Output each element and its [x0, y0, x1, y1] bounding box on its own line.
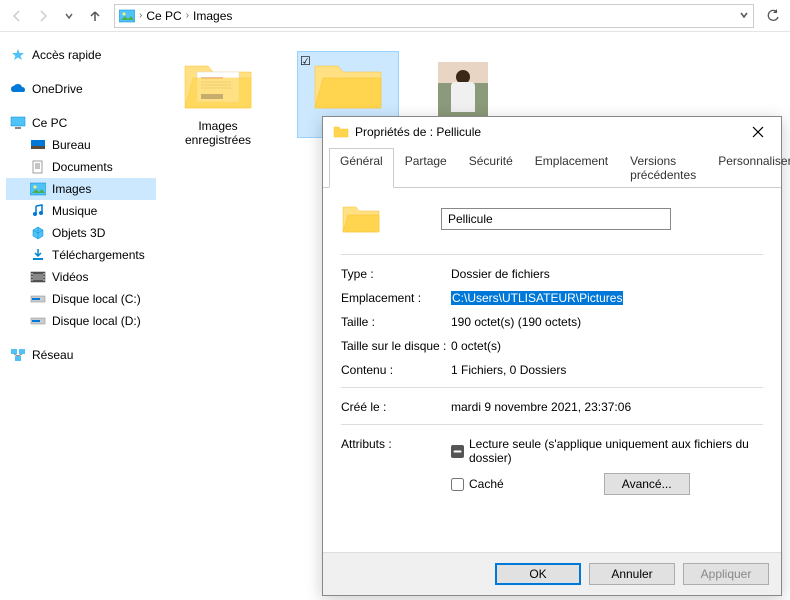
tree-disk-c[interactable]: Disque local (C:)	[6, 288, 156, 310]
navigation-tree: Accès rapide OneDrive Ce PC Bureau	[0, 32, 160, 600]
tree-videos[interactable]: Vidéos	[6, 266, 156, 288]
value-location[interactable]: C:\Users\UTLISATEUR\Pictures	[451, 291, 623, 305]
tree-label: Musique	[52, 204, 97, 218]
tree-label: Accès rapide	[32, 48, 101, 62]
label-created: Créé le :	[341, 400, 451, 414]
tree-music[interactable]: Musique	[6, 200, 156, 222]
drive-icon	[30, 291, 46, 307]
tree-label: Ce PC	[32, 116, 67, 130]
documents-icon	[30, 159, 46, 175]
tree-this-pc[interactable]: Ce PC	[6, 112, 156, 134]
desktop-icon	[30, 137, 46, 153]
chevron-right-icon[interactable]: ›	[139, 10, 142, 21]
tree-label: Réseau	[32, 348, 73, 362]
tree-label: OneDrive	[32, 82, 83, 96]
folder-icon	[313, 58, 383, 113]
back-button	[6, 5, 28, 27]
dialog-tabs: Général Partage Sécurité Emplacement Ver…	[323, 147, 781, 188]
address-dropdown-icon[interactable]	[739, 9, 749, 23]
value-type: Dossier de fichiers	[451, 267, 550, 281]
folder-icon	[333, 125, 349, 139]
ok-button[interactable]: OK	[495, 563, 581, 585]
checkbox-hidden[interactable]: Caché	[451, 477, 504, 491]
up-button[interactable]	[84, 5, 106, 27]
breadcrumb-part[interactable]: Ce PC	[146, 9, 181, 23]
cancel-button[interactable]: Annuler	[589, 563, 675, 585]
label-contents: Contenu :	[341, 363, 451, 377]
tree-network[interactable]: Réseau	[6, 344, 156, 366]
label-location: Emplacement :	[341, 291, 451, 305]
folder-saved-images[interactable]: Images enregistrées	[168, 52, 268, 151]
video-icon	[30, 269, 46, 285]
address-field[interactable]: › Ce PC › Images	[114, 4, 754, 28]
label-size: Taille :	[341, 315, 451, 329]
tree-downloads[interactable]: Téléchargements	[6, 244, 156, 266]
folder-icon	[183, 58, 253, 113]
apply-button[interactable]: Appliquer	[683, 563, 769, 585]
dialog-titlebar[interactable]: Propriétés de : Pellicule	[323, 117, 781, 147]
checkbox-label: Caché	[469, 477, 504, 491]
tree-label: Documents	[52, 160, 113, 174]
forward-button	[32, 5, 54, 27]
star-icon	[10, 47, 26, 63]
tree-quick-access[interactable]: Accès rapide	[6, 44, 156, 66]
tree-3d-objects[interactable]: Objets 3D	[6, 222, 156, 244]
tree-onedrive[interactable]: OneDrive	[6, 78, 156, 100]
cloud-icon	[10, 81, 26, 97]
checkbox-hidden-input[interactable]	[451, 478, 464, 491]
chevron-right-icon[interactable]: ›	[186, 10, 189, 21]
checkbox-readonly[interactable]: Lecture seule (s'applique uniquement aux…	[451, 437, 763, 465]
label-size-on-disk: Taille sur le disque :	[341, 339, 451, 353]
address-bar: › Ce PC › Images	[0, 0, 790, 32]
item-label: Images enregistrées	[168, 119, 268, 151]
tab-securite[interactable]: Sécurité	[458, 148, 524, 188]
tree-desktop[interactable]: Bureau	[6, 134, 156, 156]
refresh-button[interactable]	[762, 5, 784, 27]
checkbox-label: Lecture seule (s'applique uniquement aux…	[469, 437, 763, 465]
checkmark-icon: ☑	[300, 54, 311, 68]
dialog-title: Propriétés de : Pellicule	[355, 125, 743, 139]
download-icon	[30, 247, 46, 263]
tree-label: Vidéos	[52, 270, 88, 284]
tab-partage[interactable]: Partage	[394, 148, 458, 188]
value-contents: 1 Fichiers, 0 Dossiers	[451, 363, 566, 377]
close-button[interactable]	[743, 120, 773, 144]
dialog-footer: OK Annuler Appliquer	[323, 552, 781, 595]
tab-general[interactable]: Général	[329, 148, 394, 188]
label-type: Type :	[341, 267, 451, 281]
drive-icon	[30, 313, 46, 329]
tab-emplacement[interactable]: Emplacement	[524, 148, 619, 188]
music-icon	[30, 203, 46, 219]
folder-icon	[341, 202, 381, 236]
tab-versions[interactable]: Versions précédentes	[619, 148, 707, 188]
tree-images[interactable]: Images	[6, 178, 156, 200]
tab-personnaliser[interactable]: Personnaliser	[707, 148, 790, 188]
tree-documents[interactable]: Documents	[6, 156, 156, 178]
folder-name-input[interactable]	[441, 208, 671, 230]
breadcrumb-part[interactable]: Images	[193, 9, 232, 23]
tree-label: Bureau	[52, 138, 91, 152]
tree-label: Disque local (C:)	[52, 292, 141, 306]
checkbox-readonly-input[interactable]	[451, 445, 464, 458]
value-size: 190 octet(s) (190 octets)	[451, 315, 581, 329]
label-attributes: Attributs :	[341, 437, 451, 451]
pictures-icon	[30, 181, 46, 197]
tree-label: Objets 3D	[52, 226, 105, 240]
tree-disk-d[interactable]: Disque local (D:)	[6, 310, 156, 332]
properties-dialog: Propriétés de : Pellicule Général Partag…	[322, 116, 782, 596]
cube-icon	[30, 225, 46, 241]
pictures-icon	[119, 8, 135, 24]
recent-dropdown[interactable]	[58, 5, 80, 27]
tree-label: Disque local (D:)	[52, 314, 141, 328]
dialog-body: Type : Dossier de fichiers Emplacement :…	[323, 188, 781, 556]
computer-icon	[10, 115, 26, 131]
tree-label: Images	[52, 182, 91, 196]
value-created: mardi 9 novembre 2021, 23:37:06	[451, 400, 631, 414]
tree-label: Téléchargements	[52, 248, 145, 262]
network-icon	[10, 347, 26, 363]
value-size-on-disk: 0 octet(s)	[451, 339, 501, 353]
advanced-button[interactable]: Avancé...	[604, 473, 690, 495]
